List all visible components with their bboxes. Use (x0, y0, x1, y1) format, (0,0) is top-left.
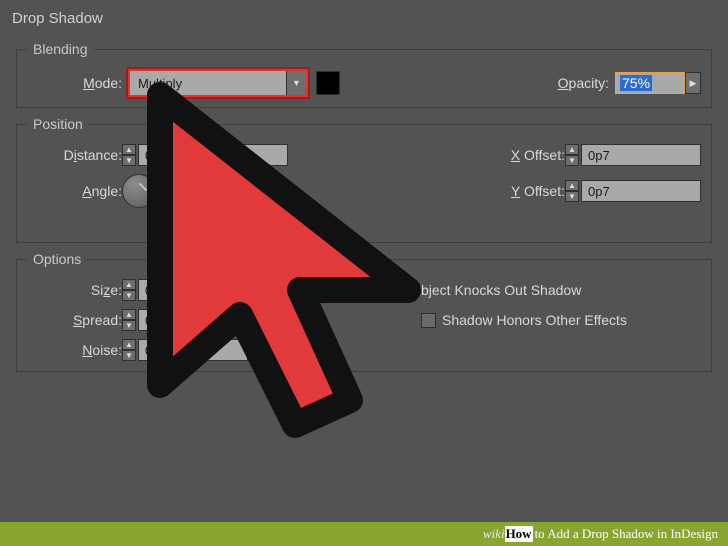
spread-up[interactable]: ▲ (122, 309, 136, 320)
y-offset-label: Y Offset: (475, 183, 565, 199)
x-offset-up[interactable]: ▲ (565, 144, 579, 155)
wikihow-banner: wikiHow to Add a Drop Shadow in InDesign (0, 522, 728, 546)
mode-value: Multiply (130, 71, 286, 95)
position-legend: Position (27, 116, 89, 132)
x-offset-down[interactable]: ▼ (565, 155, 579, 166)
position-group: Position Distance: ▲ ▼ X Offset: ▲ ▼ Ang… (16, 116, 712, 243)
size-down[interactable]: ▼ (122, 290, 136, 301)
opacity-input[interactable]: 75% (615, 72, 685, 94)
spread-spinner[interactable]: ▲ ▼ (122, 309, 136, 331)
wikihow-how: How (505, 526, 533, 542)
size-input[interactable] (138, 279, 248, 301)
size-label: Size: (27, 282, 122, 298)
wikihow-article-title: to Add a Drop Shadow in InDesign (535, 526, 718, 542)
angle-input[interactable] (166, 180, 226, 202)
y-offset-spinner[interactable]: ▲ ▼ (565, 180, 579, 202)
noise-input[interactable] (138, 339, 248, 361)
mode-dropdown[interactable]: Multiply ▼ (128, 69, 308, 97)
spread-input[interactable] (138, 309, 248, 331)
use-global-light-label: Use (196, 216, 221, 232)
noise-label: Noise: (27, 342, 122, 358)
y-offset-down[interactable]: ▼ (565, 191, 579, 202)
use-global-light-checkbox[interactable] (175, 217, 190, 232)
options-group: Options Size: ▲ ▼ ▶ bject Knocks Out Sha… (16, 251, 712, 372)
noise-spinner[interactable]: ▲ ▼ (122, 339, 136, 361)
mode-dropdown-btn[interactable]: ▼ (286, 71, 306, 95)
y-offset-up[interactable]: ▲ (565, 180, 579, 191)
size-more-btn[interactable]: ▶ (248, 279, 264, 301)
shadow-honors-checkbox[interactable] (421, 313, 436, 328)
x-offset-spinner[interactable]: ▲ ▼ (565, 144, 579, 166)
blending-legend: Blending (27, 41, 94, 57)
spread-down[interactable]: ▼ (122, 320, 136, 331)
noise-down[interactable]: ▼ (122, 350, 136, 361)
distance-input[interactable] (138, 144, 288, 166)
angle-label: Angle: (27, 183, 122, 199)
size-spinner[interactable]: ▲ ▼ (122, 279, 136, 301)
shadow-color-swatch[interactable] (316, 71, 340, 95)
distance-label: Distance: (27, 147, 122, 163)
x-offset-label: X Offset: (475, 147, 565, 163)
blending-group: Blending Mode: Multiply ▼ Opacity: 75% ▶ (16, 41, 712, 108)
noise-up[interactable]: ▲ (122, 339, 136, 350)
object-knocks-label: bject Knocks Out Shadow (421, 282, 581, 298)
shadow-honors-label: Shadow Honors Other Effects (442, 312, 627, 328)
distance-spinner[interactable]: ▲ ▼ (122, 144, 136, 166)
distance-up[interactable]: ▲ (122, 144, 136, 155)
opacity-label: Opacity: (558, 75, 609, 91)
angle-dial[interactable] (122, 174, 156, 208)
wikihow-wiki: wiki (483, 526, 505, 542)
spread-more-btn[interactable]: ▶ (248, 309, 264, 331)
mode-label: Mode: (27, 75, 122, 91)
opacity-more-btn[interactable]: ▶ (685, 72, 701, 94)
spread-label: Spread: (27, 312, 122, 328)
options-legend: Options (27, 251, 87, 267)
y-offset-input[interactable] (581, 180, 701, 202)
panel-title: Drop Shadow (0, 0, 728, 33)
noise-more-btn[interactable]: ▶ (248, 339, 264, 361)
x-offset-input[interactable] (581, 144, 701, 166)
size-up[interactable]: ▲ (122, 279, 136, 290)
distance-down[interactable]: ▼ (122, 155, 136, 166)
